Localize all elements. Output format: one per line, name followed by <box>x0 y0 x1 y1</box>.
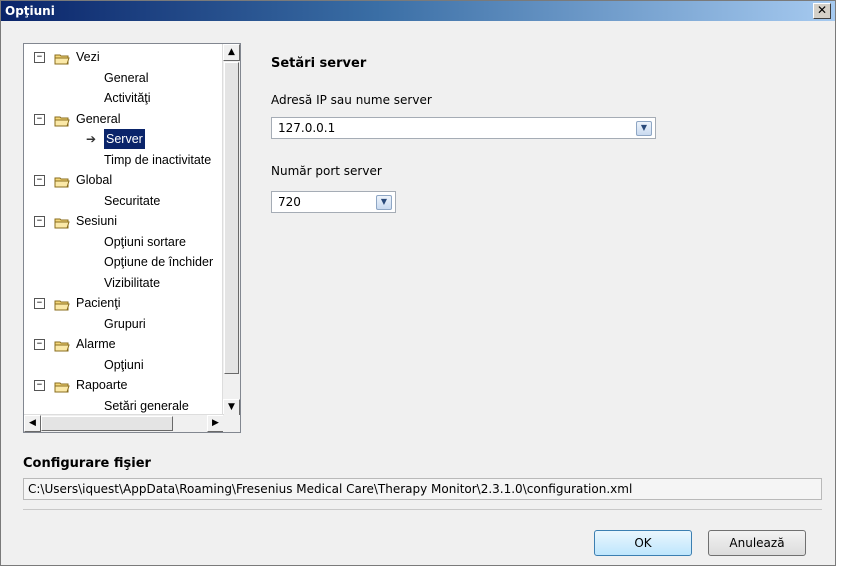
scroll-thumb[interactable] <box>224 62 239 374</box>
tree-item[interactable]: Opţiuni <box>24 355 224 375</box>
tree-item-label: Activităţi <box>104 91 151 105</box>
current-item-arrow-icon: ➔ <box>86 132 97 146</box>
tree-item[interactable]: General <box>24 68 224 88</box>
folder-open-icon <box>54 215 70 229</box>
scroll-left-button[interactable]: ◀ <box>24 415 41 432</box>
tree-group[interactable]: − Global <box>24 170 224 190</box>
tree-group-label: Rapoarte <box>76 378 128 392</box>
collapse-icon[interactable]: − <box>34 339 45 350</box>
tree-item-label: Opţiuni sortare <box>104 234 186 249</box>
folder-open-icon <box>54 338 70 352</box>
tree-item-label: Grupuri <box>104 316 146 331</box>
port-combobox[interactable]: 720 ▼ <box>271 191 396 213</box>
scrollbar-corner <box>223 415 240 432</box>
tree-group[interactable]: − General <box>24 109 224 129</box>
tree-group-label: General <box>76 111 121 126</box>
collapse-icon[interactable]: − <box>34 216 45 227</box>
tree-group[interactable]: − Pacienţi <box>24 293 224 313</box>
folder-open-icon <box>54 379 70 393</box>
tree-item[interactable]: Securitate <box>24 191 224 211</box>
close-button[interactable]: ✕ <box>813 3 831 19</box>
tree-group[interactable]: − Rapoarte <box>24 375 224 395</box>
collapse-icon[interactable]: − <box>34 52 45 63</box>
tree-group[interactable]: − Alarme <box>24 334 224 354</box>
tree-item[interactable]: ➔ Server <box>24 129 224 149</box>
tree-group-label: Sesiuni <box>76 214 117 228</box>
tree-item[interactable]: Activităţi <box>24 88 224 108</box>
tree-item-label: Setări generale <box>104 398 189 413</box>
tree-horizontal-scrollbar[interactable]: ◀ ▶ <box>24 414 224 432</box>
chevron-down-icon[interactable]: ▼ <box>636 121 652 136</box>
scroll-right-button[interactable]: ▶ <box>207 415 224 432</box>
tree-item[interactable]: Setări generale <box>24 396 224 416</box>
tree-group-label: Alarme <box>76 337 116 351</box>
tree-item-label: Vizibilitate <box>104 275 161 290</box>
ip-label: Adresă IP sau nume server <box>271 93 432 107</box>
tree-item[interactable]: Vizibilitate <box>24 273 224 293</box>
tree-item-label: Server <box>104 129 145 149</box>
collapse-icon[interactable]: − <box>34 175 45 186</box>
tree-item-label: Opţiuni <box>104 357 144 372</box>
divider <box>23 509 822 510</box>
window-title: Opţiuni <box>5 4 55 18</box>
tree-group[interactable]: − Sesiuni <box>24 211 224 231</box>
config-path-field: C:\Users\iquest\AppData\Roaming\Freseniu… <box>23 478 822 500</box>
tree-item-label: Opţiune de închider <box>104 255 214 269</box>
tree-item-label: Timp de inactivitate <box>104 152 212 167</box>
title-bar: Opţiuni ✕ <box>1 1 835 21</box>
tree-item[interactable]: Grupuri <box>24 314 224 334</box>
tree-item[interactable]: Opţiune de închider <box>24 252 224 272</box>
ip-combobox[interactable]: 127.0.0.1 ▼ <box>271 117 656 139</box>
config-title: Configurare fişier <box>23 456 151 471</box>
tree-item[interactable]: Timp de inactivitate <box>24 150 224 170</box>
options-tree[interactable]: − Vezi General Activităţi − General ➔ Server Tim… <box>23 43 241 433</box>
chevron-down-icon[interactable]: ▼ <box>376 195 392 210</box>
scroll-down-button[interactable]: ▼ <box>223 399 240 416</box>
tree-content: − Vezi General Activităţi − General ➔ Server Tim… <box>24 44 224 416</box>
collapse-icon[interactable]: − <box>34 380 45 391</box>
tree-item[interactable]: Opţiuni sortare <box>24 232 224 252</box>
horizontal-scroll-thumb[interactable] <box>41 416 173 431</box>
port-label: Număr port server <box>271 164 382 178</box>
folder-open-icon <box>54 297 70 311</box>
section-title: Setări server <box>271 56 367 71</box>
folder-open-icon <box>54 51 70 65</box>
cancel-button[interactable]: Anulează <box>708 530 806 556</box>
collapse-icon[interactable]: − <box>34 298 45 309</box>
tree-group-label: Global <box>76 173 113 187</box>
port-value: 720 <box>278 195 301 209</box>
folder-open-icon <box>54 113 70 126</box>
options-dialog: Opţiuni ✕ − Vezi General Activităţi − General… <box>0 0 836 566</box>
folder-open-icon <box>54 174 70 188</box>
scroll-up-button[interactable]: ▲ <box>223 44 240 61</box>
tree-group-label: Pacienţi <box>76 296 121 310</box>
tree-item-label: Securitate <box>104 193 161 208</box>
ip-value: 127.0.0.1 <box>278 121 336 135</box>
tree-item-label: General <box>104 70 149 85</box>
collapse-icon[interactable]: − <box>34 113 45 125</box>
tree-group[interactable]: − Vezi <box>24 47 224 67</box>
tree-vertical-scrollbar[interactable]: ▲ ▼ <box>222 44 240 416</box>
close-icon: ✕ <box>816 3 828 17</box>
tree-group-label: Vezi <box>76 50 100 64</box>
ok-button[interactable]: OK <box>594 530 692 556</box>
